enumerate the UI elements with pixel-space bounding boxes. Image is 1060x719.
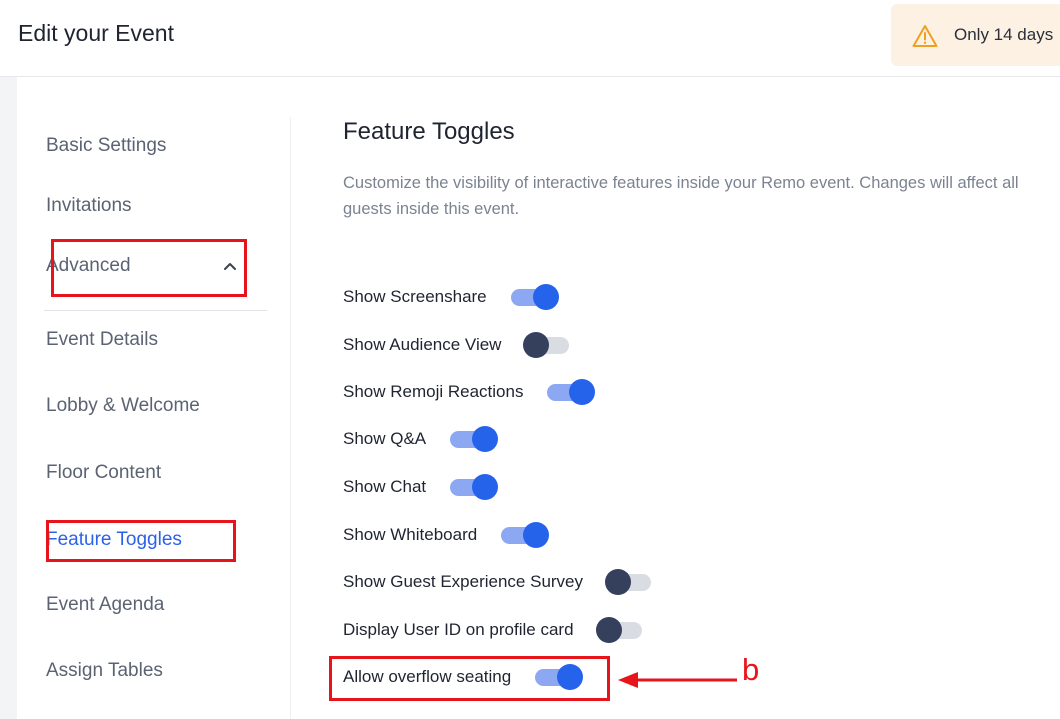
toggle-row-audience-view: Show Audience View [343, 330, 571, 360]
sidebar-item-basic-settings[interactable]: Basic Settings [46, 135, 166, 157]
toggle-switch-chat[interactable] [450, 472, 499, 502]
annotation-arrow-icon [618, 672, 737, 688]
toggle-row-remoji-reactions: Show Remoji Reactions [343, 377, 596, 407]
toggle-row-overflow-seating: Allow overflow seating [343, 662, 584, 692]
toggle-switch-audience-view[interactable] [523, 330, 571, 360]
sidebar-item-floor-content[interactable]: Floor Content [46, 462, 161, 484]
trial-text: Only 14 days [954, 25, 1054, 44]
sidebar-item-event-details[interactable]: Event Details [46, 329, 158, 351]
toggle-switch-guest-survey[interactable] [605, 567, 653, 597]
sidebar-item-lobby-welcome[interactable]: Lobby & Welcome [46, 395, 200, 417]
toggle-row-chat: Show Chat [343, 472, 499, 502]
toggle-label: Show Remoji Reactions [343, 382, 524, 401]
sidebar-item-assign-tables[interactable]: Assign Tables [46, 660, 163, 682]
annotation-label: b [742, 652, 760, 687]
toggle-switch-whiteboard[interactable] [501, 520, 550, 550]
trial-banner[interactable]: Only 14 days [891, 4, 1060, 66]
sidebar-divider [290, 117, 291, 719]
sidebar-item-event-agenda[interactable]: Event Agenda [46, 594, 164, 616]
toggle-row-guest-survey: Show Guest Experience Survey [343, 567, 653, 597]
section-title: Feature Toggles [343, 118, 515, 145]
toggle-switch-remoji-reactions[interactable] [547, 377, 596, 407]
toggle-label: Show Guest Experience Survey [343, 572, 584, 591]
toggle-label: Show Q&A [343, 429, 427, 448]
toggle-label: Allow overflow seating [343, 667, 512, 686]
toggle-row-screenshare: Show Screenshare [343, 282, 559, 312]
toggle-row-qa: Show Q&A [343, 424, 499, 454]
page-title: Edit your Event [18, 20, 174, 46]
left-strip [0, 77, 17, 719]
section-description: Customize the visibility of interactive … [343, 174, 1019, 218]
page-header: Edit your Event Only 14 days [0, 0, 1060, 77]
toggle-switch-qa[interactable] [450, 424, 499, 454]
toggle-row-whiteboard: Show Whiteboard [343, 520, 550, 550]
toggle-row-user-id: Display User ID on profile card [343, 615, 644, 645]
toggle-label: Show Audience View [343, 335, 502, 354]
warning-icon [912, 25, 938, 47]
toggle-label: Show Chat [343, 477, 427, 496]
toggle-switch-overflow-seating[interactable] [535, 662, 584, 692]
sidebar-item-advanced[interactable]: Advanced [46, 255, 131, 277]
toggle-label: Display User ID on profile card [343, 620, 574, 639]
sidebar-separator [44, 310, 267, 311]
toggle-switch-user-id[interactable] [595, 615, 644, 645]
chevron-up-icon[interactable] [222, 258, 238, 274]
toggle-switch-screenshare[interactable] [510, 282, 559, 312]
toggle-label: Show Screenshare [343, 287, 487, 306]
toggle-label: Show Whiteboard [343, 525, 478, 544]
sidebar-item-feature-toggles[interactable]: Feature Toggles [46, 529, 182, 551]
sidebar-item-invitations[interactable]: Invitations [46, 195, 132, 217]
